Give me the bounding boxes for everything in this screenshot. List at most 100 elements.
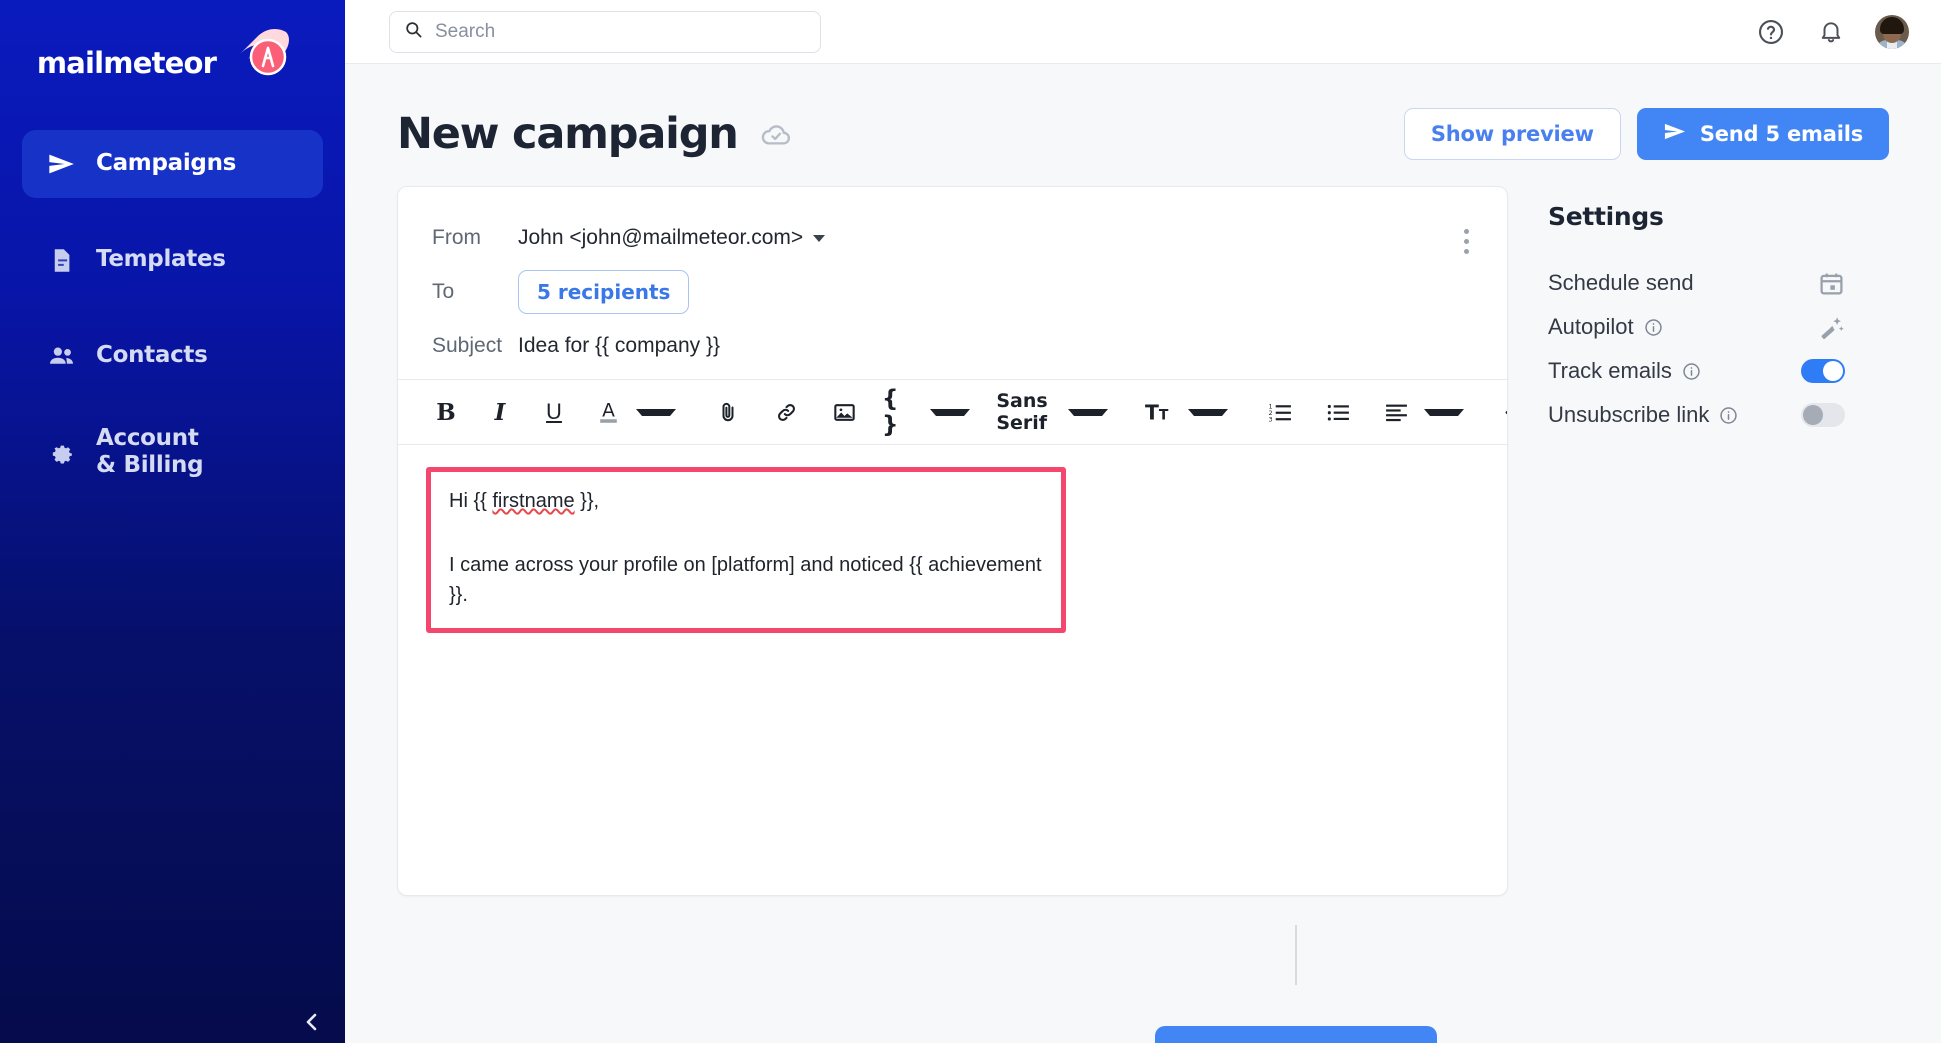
search-icon <box>404 20 423 44</box>
underline-button[interactable]: U <box>534 392 574 432</box>
sidebar-item-label: Contacts <box>96 342 208 369</box>
info-icon[interactable] <box>1682 362 1701 381</box>
sidebar-item-label-line2: & Billing <box>96 452 204 478</box>
setting-label: Schedule send <box>1548 270 1694 295</box>
search-bar[interactable] <box>389 10 821 53</box>
sidebar-item-label: Campaigns <box>96 150 237 177</box>
track-emails-toggle[interactable] <box>1801 359 1845 383</box>
font-family-dropdown-icon[interactable] <box>1068 408 1108 416</box>
calendar-icon[interactable] <box>1818 270 1845 297</box>
text-color-dropdown-icon[interactable] <box>636 408 676 416</box>
body-line-1: Hi {{ firstname }}, <box>449 486 1043 516</box>
setting-row-track-emails[interactable]: Track emails <box>1548 349 1889 393</box>
merge-variable-firstname: firstname <box>492 490 575 512</box>
topbar <box>345 0 1941 64</box>
people-icon <box>46 341 76 371</box>
logo-text: mailmeteor <box>36 46 217 80</box>
unsubscribe-toggle-wrap <box>1801 403 1845 427</box>
show-preview-button[interactable]: Show preview <box>1403 108 1621 160</box>
more-vertical-icon[interactable] <box>1460 225 1473 258</box>
app-root: mailmeteor Campaigns Templates Contacts … <box>0 0 1941 1043</box>
sidebar-item-campaigns[interactable]: Campaigns <box>22 130 323 198</box>
from-value-dropdown[interactable]: John <john@mailmeteor.com> <box>518 226 826 250</box>
sidebar-item-templates[interactable]: Templates <box>22 226 323 294</box>
font-family-select[interactable]: Sans Serif <box>996 390 1047 434</box>
send-emails-label: Send 5 emails <box>1699 122 1863 146</box>
settings-title: Settings <box>1548 202 1664 231</box>
setting-row-autopilot[interactable]: Autopilot <box>1548 305 1889 349</box>
chevron-down-icon <box>813 234 826 242</box>
svg-text:A: A <box>602 400 615 421</box>
align-dropdown-icon[interactable] <box>1424 408 1464 416</box>
setting-label: Track emails <box>1548 358 1672 383</box>
sidebar-nav: Campaigns Templates Contacts Account & B… <box>0 130 345 486</box>
paper-plane-icon <box>46 149 76 179</box>
body-line-1-suffix: }}, <box>574 490 600 512</box>
bullet-list-icon[interactable] <box>1318 392 1358 432</box>
email-body-editor[interactable]: Hi {{ firstname }}, I came across your p… <box>398 445 1507 895</box>
sidebar: mailmeteor Campaigns Templates Contacts … <box>0 0 345 1043</box>
setting-row-schedule-send[interactable]: Schedule send <box>1548 261 1889 305</box>
text-color-icon[interactable]: A <box>588 392 628 432</box>
page-title: New campaign <box>397 109 739 159</box>
main-area: New campaign Show preview Send 5 emails <box>345 0 1941 1043</box>
svg-text:T: T <box>1145 401 1159 425</box>
font-size-icon[interactable]: TT <box>1140 392 1180 432</box>
code-icon[interactable] <box>1496 392 1507 432</box>
info-icon[interactable] <box>1719 406 1738 425</box>
editor-toolbar: B I U A {} Sans Serif T T 1 2 3 <box>398 379 1507 445</box>
svg-text:3: 3 <box>1268 415 1272 423</box>
content-row: From John <john@mailmeteor.com> To 5 rec… <box>345 186 1941 896</box>
flow-connector-line <box>1295 925 1297 985</box>
from-label: From <box>432 226 481 249</box>
numbered-list-icon[interactable]: 123 <box>1260 392 1300 432</box>
merge-tag-dropdown-icon[interactable] <box>930 408 970 416</box>
merge-tag-button[interactable]: { } <box>882 386 922 438</box>
compose-fields: From John <john@mailmeteor.com> To 5 rec… <box>398 187 1507 379</box>
bold-button[interactable]: B <box>426 392 466 432</box>
document-icon <box>46 245 76 275</box>
setting-row-unsubscribe-link[interactable]: Unsubscribe link <box>1548 393 1889 437</box>
page-actions: Show preview Send 5 emails <box>1403 108 1889 160</box>
subject-row: Subject Idea for {{ company }} <box>398 319 1507 373</box>
help-circle-icon[interactable] <box>1755 16 1787 48</box>
sidebar-item-account-billing[interactable]: Account & Billing <box>22 418 323 486</box>
cloud-check-icon[interactable] <box>760 122 792 152</box>
body-line-2: I came across your profile on [platform]… <box>449 554 1042 606</box>
sidebar-item-label: Templates <box>96 246 226 273</box>
subject-label: Subject <box>432 334 503 357</box>
setting-label: Autopilot <box>1548 314 1634 339</box>
compose-card: From John <john@mailmeteor.com> To 5 rec… <box>397 186 1508 896</box>
settings-panel: Settings Schedule send Autopilot Track e… <box>1548 186 1889 896</box>
page-header: New campaign Show preview Send 5 emails <box>345 64 1941 160</box>
sidebar-item-contacts[interactable]: Contacts <box>22 322 323 390</box>
italic-button[interactable]: I <box>480 392 520 432</box>
image-icon[interactable] <box>824 392 864 432</box>
next-step-button[interactable] <box>1155 1026 1437 1043</box>
topbar-actions <box>1755 14 1909 49</box>
bell-icon[interactable] <box>1815 16 1847 48</box>
magic-wand-icon[interactable] <box>1818 314 1845 341</box>
subject-value[interactable]: Idea for {{ company }} <box>518 334 720 358</box>
font-size-dropdown-icon[interactable] <box>1188 408 1228 416</box>
info-icon[interactable] <box>1644 318 1663 337</box>
setting-label: Unsubscribe link <box>1548 402 1710 427</box>
recipients-chip[interactable]: 5 recipients <box>518 270 690 314</box>
chevron-left-icon[interactable] <box>295 1005 329 1039</box>
search-input[interactable] <box>435 20 806 43</box>
align-left-icon[interactable] <box>1376 392 1416 432</box>
to-row: To 5 recipients <box>398 265 1507 319</box>
gear-icon <box>46 437 76 467</box>
sidebar-item-label: Account & Billing <box>96 425 204 479</box>
track-emails-toggle-wrap <box>1801 359 1845 383</box>
from-value: John <john@mailmeteor.com> <box>518 226 804 249</box>
sidebar-logo[interactable]: mailmeteor <box>0 0 345 88</box>
body-line-1-prefix: Hi {{ <box>449 490 493 512</box>
paperclip-icon[interactable] <box>708 392 748 432</box>
from-row: From John <john@mailmeteor.com> <box>398 211 1507 265</box>
avatar[interactable] <box>1875 14 1909 49</box>
link-icon[interactable] <box>766 392 806 432</box>
paper-plane-icon <box>1663 120 1686 148</box>
send-emails-button[interactable]: Send 5 emails <box>1636 108 1889 160</box>
unsubscribe-link-toggle[interactable] <box>1801 403 1845 427</box>
